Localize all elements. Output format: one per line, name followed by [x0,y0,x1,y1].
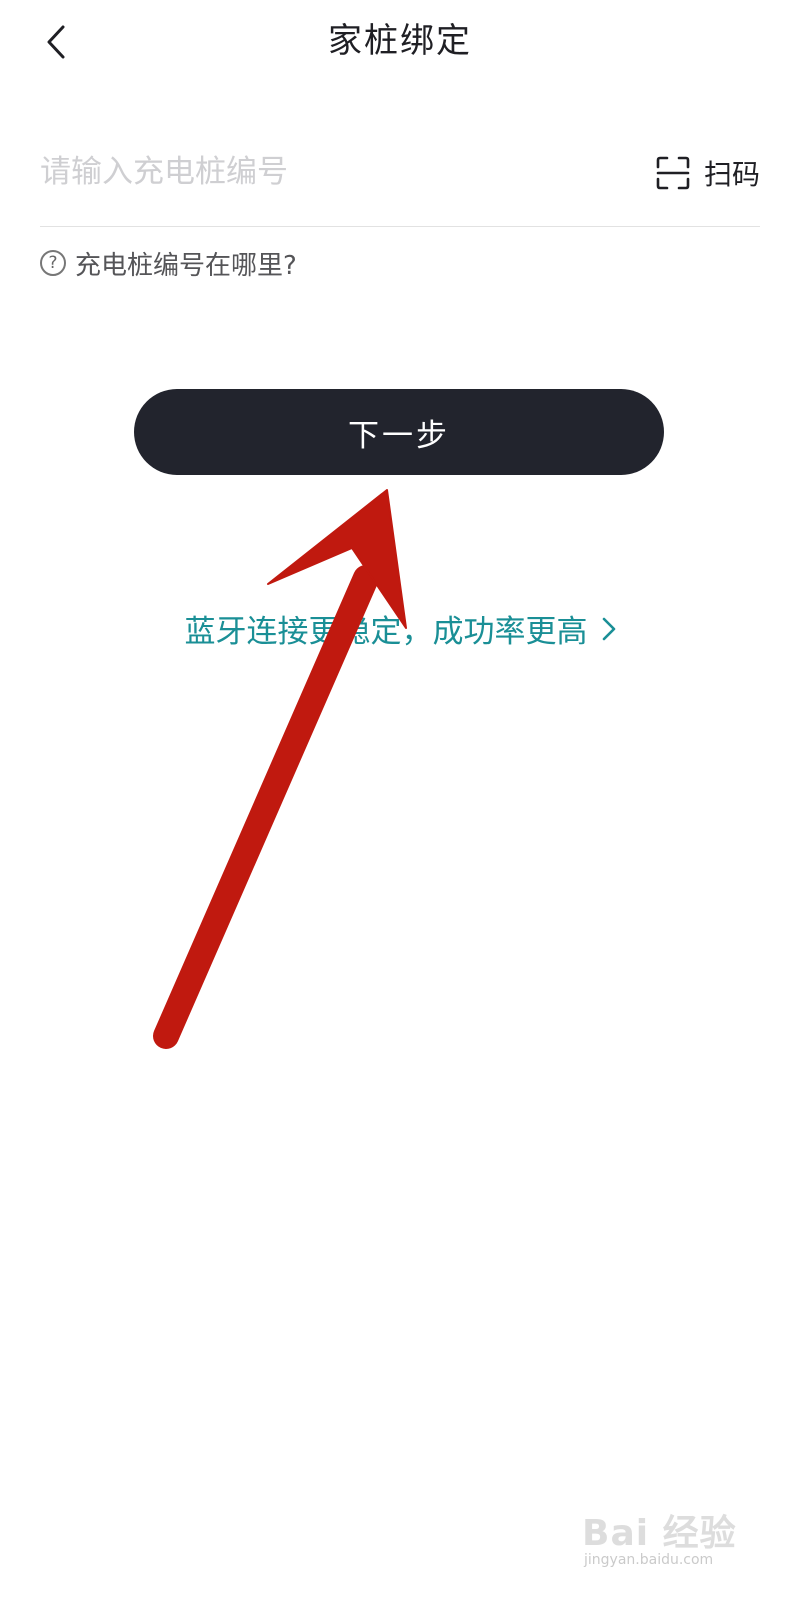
scan-icon [656,156,690,190]
help-link[interactable]: ? 充电桩编号在哪里? [40,244,297,282]
watermark-url: jingyan.baidu.com [584,1552,714,1568]
watermark-logo: Bai 经验 [582,1513,737,1554]
header-bar: 家桩绑定 [0,0,800,84]
baidu-watermark: Bai 经验 jingyan.baidu.com [582,1504,752,1578]
charger-number-row: 扫码 [40,138,760,227]
next-step-button[interactable]: 下一步 [134,389,664,475]
bluetooth-link-text: 蓝牙连接更稳定，成功率更高 [184,614,588,650]
page-title: 家桩绑定 [328,21,472,61]
bluetooth-connect-link[interactable]: 蓝牙连接更稳定，成功率更高 [0,606,800,651]
question-circle-icon: ? [40,250,66,276]
chevron-right-icon [602,617,615,640]
annotation-arrow [153,489,407,1049]
scan-label: 扫码 [703,158,760,191]
scan-button[interactable]: 扫码 [656,148,760,198]
help-text: 充电桩编号在哪里? [75,250,297,281]
charger-number-input[interactable] [40,144,620,200]
